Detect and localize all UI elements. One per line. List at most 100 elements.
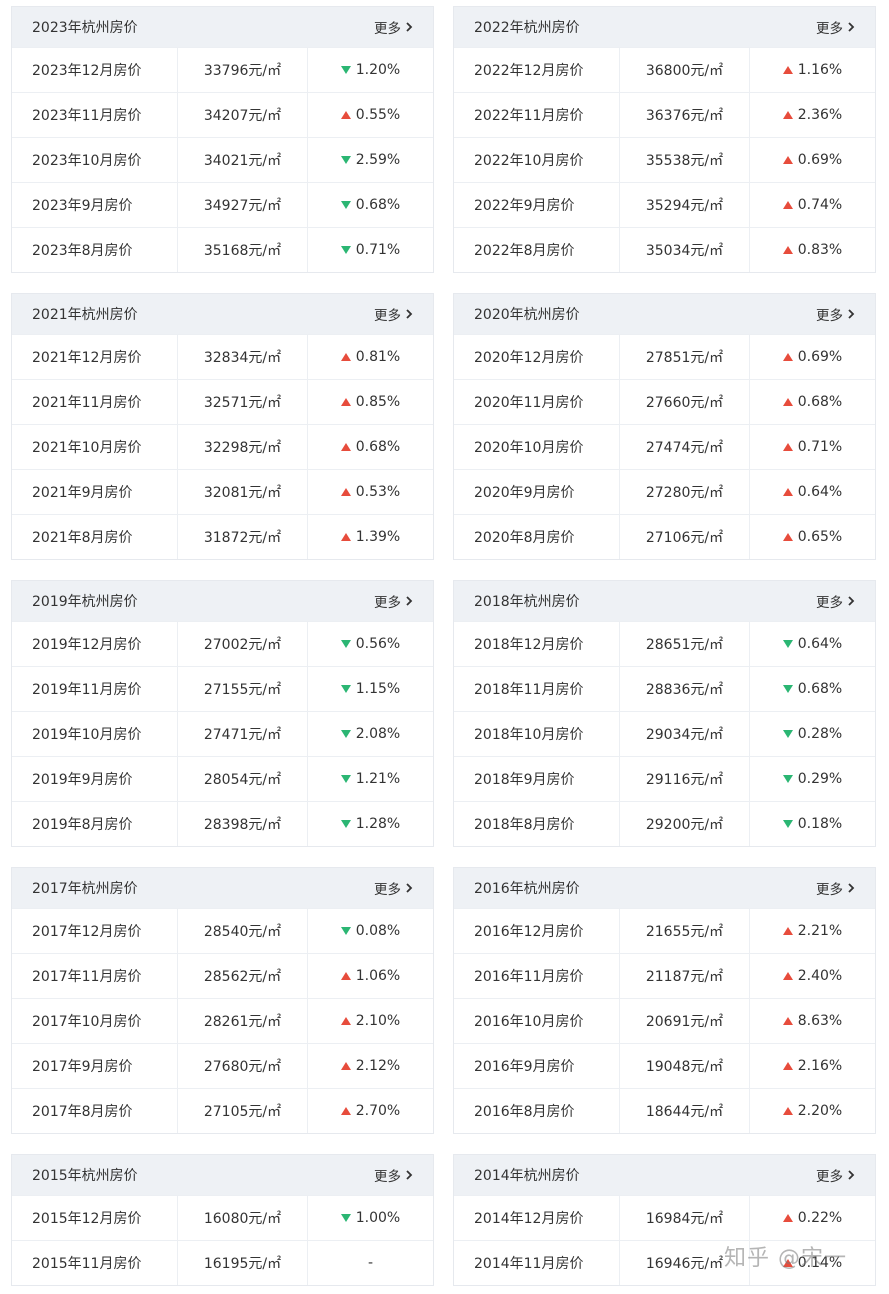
- table-row[interactable]: 2014年11月房价 16946元/㎡ 0.14%: [454, 1240, 875, 1285]
- more-link[interactable]: 更多: [374, 17, 413, 37]
- table-row[interactable]: 2023年8月房价 35168元/㎡ 0.71%: [12, 227, 433, 272]
- price-value: 28651元/㎡: [620, 622, 750, 666]
- price-value: 29116元/㎡: [620, 757, 750, 801]
- table-row[interactable]: 2021年11月房价 32571元/㎡ 0.85%: [12, 379, 433, 424]
- price-card: 2018年杭州房价 更多 2018年12月房价 28651元/㎡ 0.64% 2018年1…: [453, 580, 876, 847]
- chevron-right-icon: [406, 596, 413, 606]
- table-row[interactable]: 2019年8月房价 28398元/㎡ 1.28%: [12, 801, 433, 846]
- month-label: 2017年8月房价: [12, 1089, 178, 1133]
- change-value: 0.56%: [355, 636, 401, 652]
- month-label: 2018年10月房价: [454, 712, 620, 756]
- table-row[interactable]: 2016年12月房价 21655元/㎡ 2.21%: [454, 908, 875, 953]
- table-row[interactable]: 2020年8月房价 27106元/㎡ 0.65%: [454, 514, 875, 559]
- more-link[interactable]: 更多: [374, 304, 413, 324]
- table-row[interactable]: 2017年9月房价 27680元/㎡ 2.12%: [12, 1043, 433, 1088]
- change-cell: 0.29%: [750, 757, 875, 801]
- table-row[interactable]: 2022年11月房价 36376元/㎡ 2.36%: [454, 92, 875, 137]
- table-row[interactable]: 2023年11月房价 34207元/㎡ 0.55%: [12, 92, 433, 137]
- table-row[interactable]: 2021年9月房价 32081元/㎡ 0.53%: [12, 469, 433, 514]
- card-title: 2019年杭州房价: [32, 594, 138, 610]
- table-row[interactable]: 2016年11月房价 21187元/㎡ 2.40%: [454, 953, 875, 998]
- table-row[interactable]: 2022年12月房价 36800元/㎡ 1.16%: [454, 47, 875, 92]
- more-link[interactable]: 更多: [374, 1165, 413, 1185]
- table-row[interactable]: 2015年12月房价 16080元/㎡ 1.00%: [12, 1195, 433, 1240]
- change-cell: 2.08%: [308, 712, 433, 756]
- more-link[interactable]: 更多: [816, 304, 855, 324]
- table-row[interactable]: 2022年9月房价 35294元/㎡ 0.74%: [454, 182, 875, 227]
- change-cell: 0.74%: [750, 183, 875, 227]
- table-row[interactable]: 2018年10月房价 29034元/㎡ 0.28%: [454, 711, 875, 756]
- table-row[interactable]: 2019年9月房价 28054元/㎡ 1.21%: [12, 756, 433, 801]
- month-label: 2023年12月房价: [12, 48, 178, 92]
- table-row[interactable]: 2021年12月房价 32834元/㎡ 0.81%: [12, 334, 433, 379]
- table-row[interactable]: 2018年11月房价 28836元/㎡ 0.68%: [454, 666, 875, 711]
- more-link[interactable]: 更多: [816, 1165, 855, 1185]
- more-link[interactable]: 更多: [816, 17, 855, 37]
- table-row[interactable]: 2018年12月房价 28651元/㎡ 0.64%: [454, 621, 875, 666]
- more-link[interactable]: 更多: [816, 878, 855, 898]
- table-row[interactable]: 2018年8月房价 29200元/㎡ 0.18%: [454, 801, 875, 846]
- month-label: 2018年9月房价: [454, 757, 620, 801]
- table-row[interactable]: 2020年9月房价 27280元/㎡ 0.64%: [454, 469, 875, 514]
- price-value: 27851元/㎡: [620, 335, 750, 379]
- table-row[interactable]: 2023年10月房价 34021元/㎡ 2.59%: [12, 137, 433, 182]
- table-row[interactable]: 2020年10月房价 27474元/㎡ 0.71%: [454, 424, 875, 469]
- month-label: 2019年11月房价: [12, 667, 178, 711]
- table-row[interactable]: 2017年10月房价 28261元/㎡ 2.10%: [12, 998, 433, 1043]
- change-value: 0.64%: [797, 484, 843, 500]
- price-value: 35034元/㎡: [620, 228, 750, 272]
- table-row[interactable]: 2019年11月房价 27155元/㎡ 1.15%: [12, 666, 433, 711]
- table-row[interactable]: 2014年12月房价 16984元/㎡ 0.22%: [454, 1195, 875, 1240]
- table-row[interactable]: 2023年12月房价 33796元/㎡ 1.20%: [12, 47, 433, 92]
- price-value: 34207元/㎡: [178, 93, 308, 137]
- month-label: 2019年12月房价: [12, 622, 178, 666]
- price-value: 29034元/㎡: [620, 712, 750, 756]
- card-title: 2014年杭州房价: [474, 1168, 580, 1184]
- table-row[interactable]: 2023年9月房价 34927元/㎡ 0.68%: [12, 182, 433, 227]
- change-value: 0.29%: [797, 771, 843, 787]
- change-value: 1.39%: [355, 529, 401, 545]
- arrow-up-icon: [340, 353, 351, 361]
- arrow-up-icon: [782, 443, 793, 451]
- change-cell: 0.68%: [308, 425, 433, 469]
- table-row[interactable]: 2019年12月房价 27002元/㎡ 0.56%: [12, 621, 433, 666]
- card-header: 2021年杭州房价 更多: [12, 294, 433, 334]
- arrow-up-icon: [340, 1062, 351, 1070]
- table-row[interactable]: 2016年8月房价 18644元/㎡ 2.20%: [454, 1088, 875, 1133]
- change-cell: 1.39%: [308, 515, 433, 559]
- table-row[interactable]: 2020年11月房价 27660元/㎡ 0.68%: [454, 379, 875, 424]
- table-row[interactable]: 2015年11月房价 16195元/㎡ -: [12, 1240, 433, 1285]
- table-row[interactable]: 2021年8月房价 31872元/㎡ 1.39%: [12, 514, 433, 559]
- change-cell: 0.08%: [308, 909, 433, 953]
- table-row[interactable]: 2021年10月房价 32298元/㎡ 0.68%: [12, 424, 433, 469]
- table-row[interactable]: 2017年8月房价 27105元/㎡ 2.70%: [12, 1088, 433, 1133]
- change-value: 0.28%: [797, 726, 843, 742]
- table-row[interactable]: 2017年11月房价 28562元/㎡ 1.06%: [12, 953, 433, 998]
- more-link[interactable]: 更多: [816, 591, 855, 611]
- price-card: 2017年杭州房价 更多 2017年12月房价 28540元/㎡ 0.08% 2017年1…: [11, 867, 434, 1134]
- month-label: 2019年8月房价: [12, 802, 178, 846]
- card-header: 2014年杭州房价 更多: [454, 1155, 875, 1195]
- table-row[interactable]: 2018年9月房价 29116元/㎡ 0.29%: [454, 756, 875, 801]
- price-card: 2019年杭州房价 更多 2019年12月房价 27002元/㎡ 0.56% 2019年1…: [11, 580, 434, 847]
- month-label: 2020年8月房价: [454, 515, 620, 559]
- month-label: 2018年8月房价: [454, 802, 620, 846]
- arrow-down-icon: [782, 820, 793, 828]
- table-row[interactable]: 2017年12月房价 28540元/㎡ 0.08%: [12, 908, 433, 953]
- month-label: 2021年9月房价: [12, 470, 178, 514]
- card-header: 2019年杭州房价 更多: [12, 581, 433, 621]
- more-label: 更多: [816, 882, 843, 898]
- more-link[interactable]: 更多: [374, 878, 413, 898]
- table-row[interactable]: 2016年9月房价 19048元/㎡ 2.16%: [454, 1043, 875, 1088]
- table-row[interactable]: 2016年10月房价 20691元/㎡ 8.63%: [454, 998, 875, 1043]
- table-row[interactable]: 2022年10月房价 35538元/㎡ 0.69%: [454, 137, 875, 182]
- chevron-right-icon: [848, 883, 855, 893]
- card-title: 2015年杭州房价: [32, 1168, 138, 1184]
- more-link[interactable]: 更多: [374, 591, 413, 611]
- table-row[interactable]: 2020年12月房价 27851元/㎡ 0.69%: [454, 334, 875, 379]
- change-cell: 0.64%: [750, 470, 875, 514]
- arrow-up-icon: [782, 111, 793, 119]
- change-value: 1.00%: [355, 1210, 401, 1226]
- table-row[interactable]: 2019年10月房价 27471元/㎡ 2.08%: [12, 711, 433, 756]
- table-row[interactable]: 2022年8月房价 35034元/㎡ 0.83%: [454, 227, 875, 272]
